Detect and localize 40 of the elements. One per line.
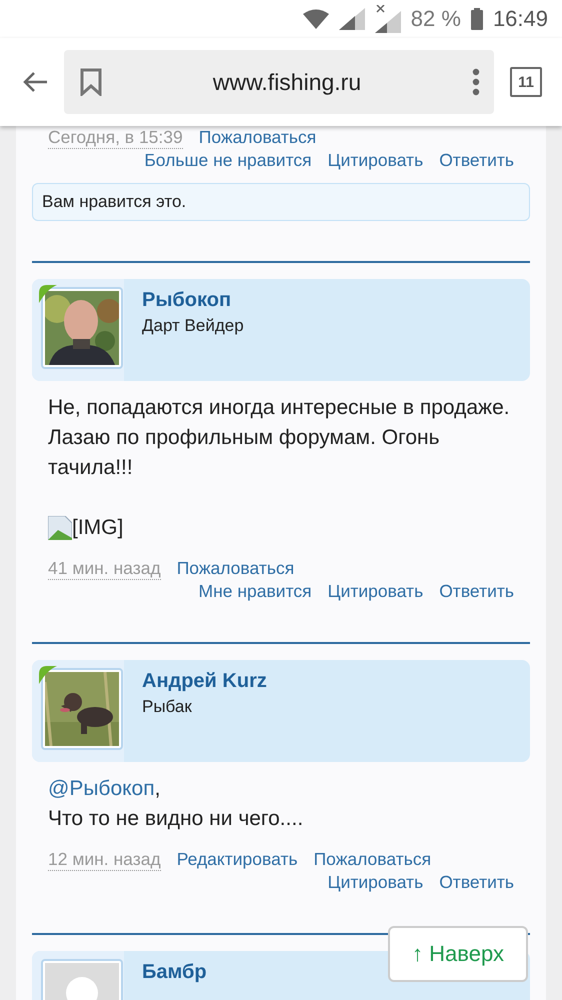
author-name[interactable]: Бамбр bbox=[142, 961, 207, 984]
author-name[interactable]: Андрей Kurz bbox=[142, 670, 267, 693]
url: www.fishing.ru bbox=[212, 68, 362, 96]
action-link[interactable]: Пожаловаться bbox=[314, 848, 432, 871]
action-link[interactable]: Ответить bbox=[439, 149, 514, 171]
battery-level: 82 % bbox=[410, 6, 461, 32]
author-name[interactable]: Рыбокоп bbox=[142, 289, 244, 312]
bookmark-icon[interactable] bbox=[80, 68, 102, 96]
signal-icon bbox=[338, 8, 365, 30]
address-bar[interactable]: www.fishing.ru bbox=[64, 50, 494, 114]
post-time[interactable]: 41 мин. назад bbox=[48, 557, 161, 580]
user-title: Дарт Вейдер bbox=[142, 316, 244, 336]
post-time[interactable]: Сегодня, в 15:39 bbox=[48, 126, 183, 149]
tab-count-button[interactable]: 11 bbox=[510, 67, 542, 97]
mention-link[interactable]: @Рыбокоп bbox=[48, 777, 155, 800]
action-link[interactable]: Мне нравится bbox=[198, 580, 312, 602]
wifi-icon bbox=[302, 9, 329, 29]
action-link[interactable]: Пожаловаться bbox=[176, 557, 294, 580]
action-link[interactable]: Цитировать bbox=[328, 871, 424, 893]
post-time[interactable]: 12 мин. назад bbox=[48, 848, 161, 871]
action-link[interactable]: Цитировать bbox=[328, 149, 424, 171]
post-text: Не, попадаются иногда интересные в продаже. Лазаю по профильным форумам. Огонь тачила!!! bbox=[48, 395, 511, 481]
user-title: Рыбак bbox=[142, 697, 193, 717]
scroll-to-top-button[interactable]: ↑ Наверх bbox=[388, 926, 528, 982]
action-link[interactable]: Ответить bbox=[439, 580, 514, 602]
broken-image-icon bbox=[48, 516, 72, 540]
mention-line: @Рыбокоп, bbox=[48, 776, 162, 802]
action-link[interactable]: Пожаловаться bbox=[198, 126, 316, 149]
no-signal-icon bbox=[374, 5, 401, 33]
action-link[interactable]: Редактировать bbox=[176, 848, 298, 871]
likes-note: Вам нравится это. bbox=[32, 183, 530, 221]
action-link[interactable]: Больше не нравится bbox=[144, 149, 312, 171]
back-icon[interactable] bbox=[22, 71, 48, 93]
clock: 16:49 bbox=[492, 6, 548, 32]
menu-icon[interactable] bbox=[472, 68, 480, 96]
action-link[interactable]: Ответить bbox=[439, 871, 514, 893]
battery-icon bbox=[470, 8, 483, 30]
post-text: Что то не видно ни чего.... bbox=[48, 806, 304, 832]
action-link[interactable]: Цитировать bbox=[328, 580, 424, 602]
image-placeholder-text: [IMG] bbox=[72, 515, 124, 541]
